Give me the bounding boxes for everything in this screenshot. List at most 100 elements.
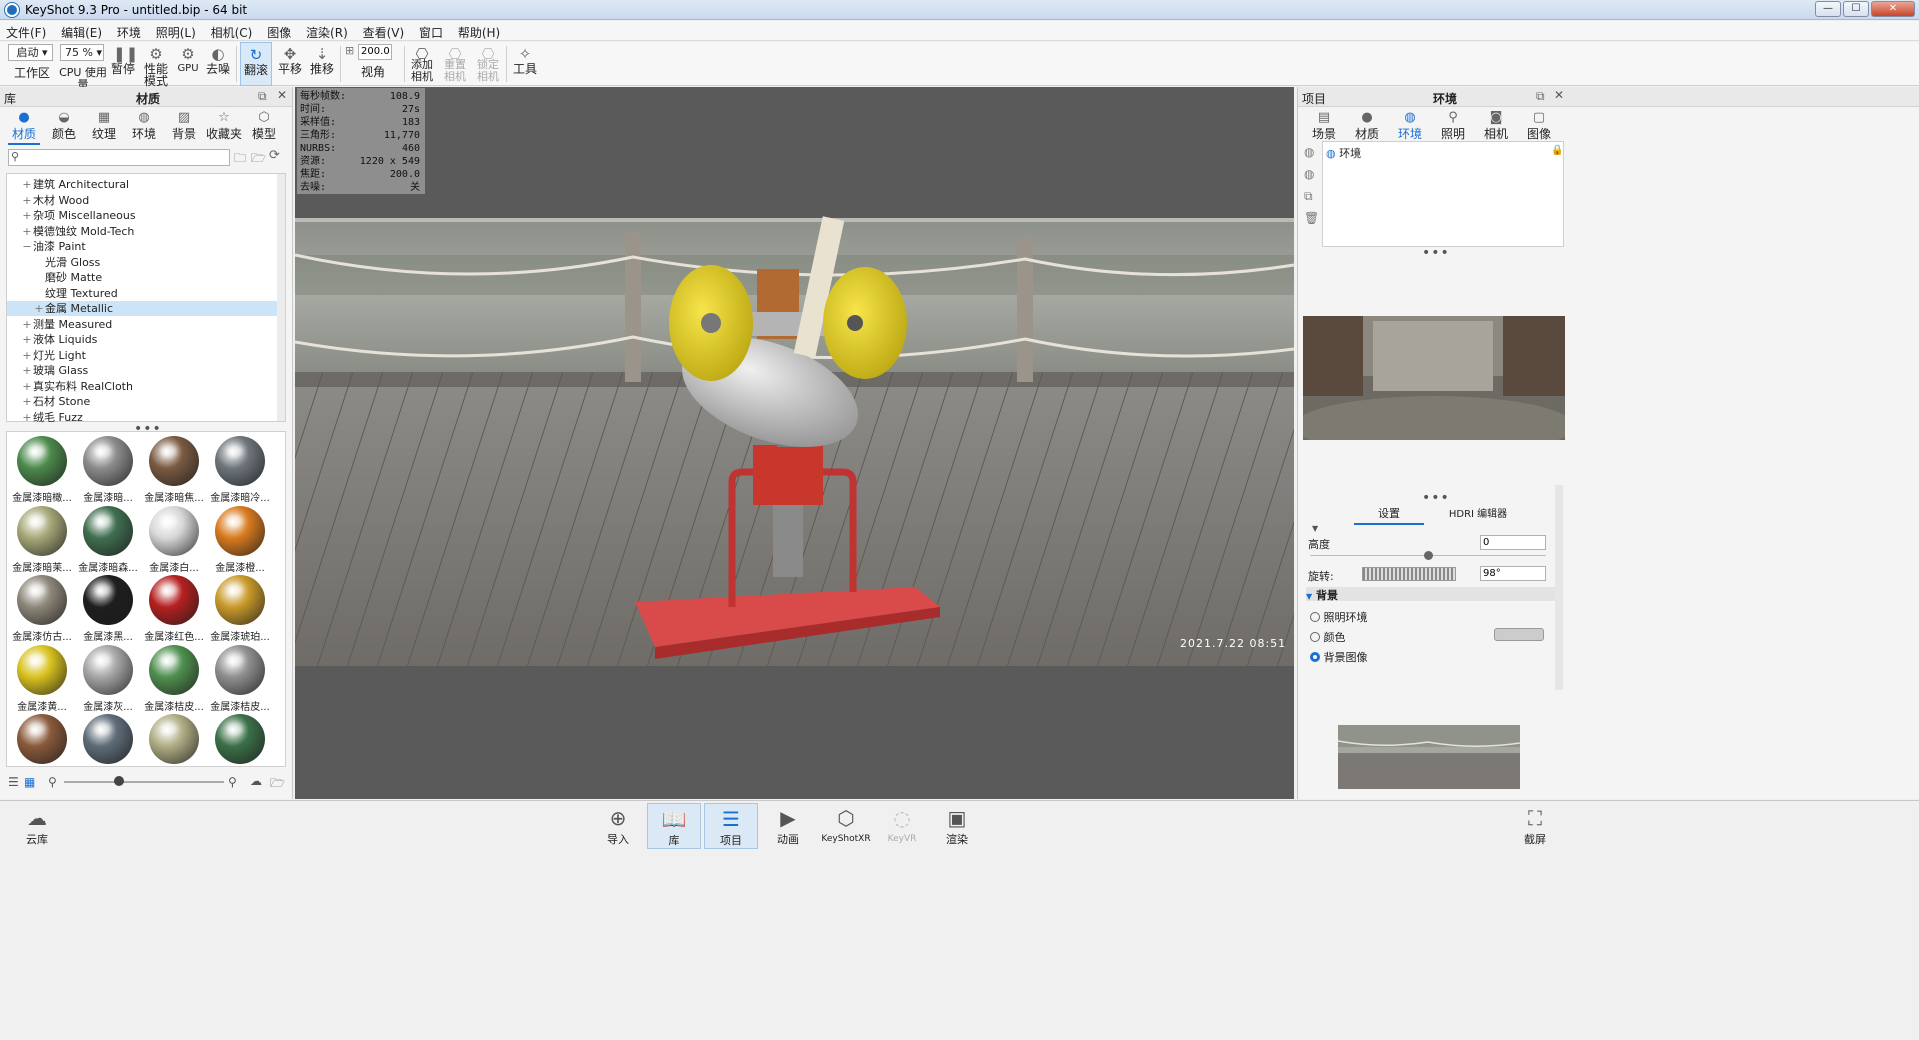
tree-item[interactable]: +石材 Stone: [7, 394, 277, 409]
environment-list-item[interactable]: ◍ 环境: [1326, 145, 1361, 161]
material-thumbnail[interactable]: 金属漆暗橄...: [9, 434, 75, 504]
menu-environment[interactable]: 环境: [111, 21, 146, 41]
cpu-usage-select[interactable]: 75 % ▾: [60, 44, 104, 61]
keyvr-button[interactable]: ◌ KeyVR: [875, 803, 929, 849]
tab-environments[interactable]: ◍ 环境: [124, 110, 164, 142]
menu-lighting[interactable]: 照明(L): [150, 21, 201, 41]
expand-toggle-icon[interactable]: +: [21, 394, 33, 409]
thumbnail-size-slider[interactable]: [64, 781, 224, 783]
add-environment-icon[interactable]: ◍: [1304, 145, 1314, 159]
tree-item[interactable]: +玻璃 Glass: [7, 363, 277, 378]
thumbnail-size-slider-handle[interactable]: [114, 776, 124, 786]
material-thumbnail[interactable]: 金属漆橙...: [207, 504, 273, 574]
rotation-input[interactable]: [1480, 566, 1546, 581]
project-button[interactable]: ☰ 项目: [704, 803, 758, 849]
menu-view[interactable]: 查看(V): [357, 21, 410, 41]
pause-button[interactable]: ❚❚ 暂停: [110, 42, 138, 86]
collapse-arrow-icon[interactable]: ▼: [1312, 524, 1318, 533]
tree-item[interactable]: −油漆 Paint: [7, 239, 277, 254]
zoom-in-icon[interactable]: ⚲: [228, 775, 237, 789]
material-thumbnail[interactable]: [75, 712, 141, 766]
gpu-button[interactable]: ⚙ GPU: [174, 42, 202, 86]
tree-item[interactable]: +模德蚀纹 Mold-Tech: [7, 224, 277, 239]
tab-colors[interactable]: ◒ 颜色: [44, 110, 84, 142]
tab-image[interactable]: ▢ 图像: [1519, 110, 1559, 142]
expand-toggle-icon[interactable]: +: [33, 301, 45, 316]
tree-item[interactable]: +木材 Wood: [7, 193, 277, 208]
close-panel-icon[interactable]: ✕: [277, 88, 287, 102]
close-button[interactable]: ✕: [1871, 1, 1915, 17]
tree-item[interactable]: +建筑 Architectural: [7, 177, 277, 192]
tree-item[interactable]: +灯光 Light: [7, 348, 277, 363]
tree-item[interactable]: 纹理 Textured: [7, 286, 277, 301]
keyshotxr-button[interactable]: ⬡ KeyShotXR: [817, 803, 875, 849]
tree-item[interactable]: +金属 Metallic: [7, 301, 277, 316]
material-thumbnail[interactable]: 金属漆黄...: [9, 643, 75, 713]
rotation-jog-dial[interactable]: [1362, 567, 1456, 581]
material-thumbnail[interactable]: 金属漆红色...: [141, 573, 207, 643]
refresh-icon[interactable]: ⟳: [269, 148, 280, 163]
expand-toggle-icon[interactable]: +: [21, 348, 33, 363]
render-button[interactable]: ▣ 渲染: [930, 803, 984, 849]
splitter-handle[interactable]: •••: [1422, 245, 1450, 261]
tree-item[interactable]: +杂项 Miscellaneous: [7, 208, 277, 223]
menu-window[interactable]: 窗口: [413, 21, 448, 41]
menu-render[interactable]: 渲染(R): [300, 21, 353, 41]
tab-hdri-editor[interactable]: HDRI 编辑器: [1438, 505, 1518, 520]
expand-toggle-icon[interactable]: +: [21, 193, 33, 208]
tab-camera[interactable]: ◙ 相机: [1476, 110, 1516, 142]
expand-toggle-icon[interactable]: −: [21, 239, 33, 254]
render-viewport[interactable]: 2021.7.22 08:51: [295, 87, 1294, 799]
tree-item[interactable]: +测量 Measured: [7, 317, 277, 332]
grid-view-icon[interactable]: ▦: [24, 775, 35, 789]
material-thumbnail[interactable]: 金属漆白...: [141, 504, 207, 574]
menu-help[interactable]: 帮助(H): [452, 21, 505, 41]
material-thumbnail[interactable]: 金属漆桔皮...: [207, 643, 273, 713]
material-thumbnail[interactable]: 金属漆暗冷...: [207, 434, 273, 504]
height-input[interactable]: [1480, 535, 1546, 550]
bg-option-lighting-env[interactable]: 照明环境: [1310, 609, 1368, 625]
add-camera-button[interactable]: ⎔ 添加 相机: [408, 42, 436, 86]
tab-environment[interactable]: ◍ 环境: [1390, 110, 1430, 145]
expand-toggle-icon[interactable]: +: [21, 363, 33, 378]
material-thumbnail[interactable]: 金属漆暗焦...: [141, 434, 207, 504]
reset-camera-button[interactable]: ⎔ 重置 相机: [441, 42, 469, 86]
undock-icon[interactable]: ⧉: [258, 89, 267, 104]
scrollbar[interactable]: [1555, 485, 1563, 690]
material-thumbnail[interactable]: [207, 712, 273, 766]
color-swatch[interactable]: [1494, 628, 1544, 641]
hdri-preview[interactable]: [1303, 316, 1565, 440]
expand-toggle-icon[interactable]: +: [21, 208, 33, 223]
menu-image[interactable]: 图像: [261, 21, 296, 41]
import-button[interactable]: ⊕ 导入: [591, 803, 645, 849]
expand-toggle-icon[interactable]: +: [21, 317, 33, 332]
tab-material[interactable]: ● 材质: [1347, 110, 1387, 142]
render-image[interactable]: [295, 87, 1294, 799]
tab-models[interactable]: ⬡ 模型: [244, 110, 284, 142]
zoom-out-icon[interactable]: ⚲: [48, 775, 57, 789]
tree-item[interactable]: +液体 Liquids: [7, 332, 277, 347]
bg-option-backplate[interactable]: 背景图像: [1310, 649, 1368, 665]
cloud-library-button[interactable]: ☁ 云库: [10, 803, 64, 849]
folder-add-icon[interactable]: 🗁: [251, 149, 266, 170]
tools-button[interactable]: ✧ 工具: [511, 42, 539, 86]
tab-backplates[interactable]: ▨ 背景: [164, 110, 204, 142]
lock-icon[interactable]: 🔒: [1551, 145, 1563, 156]
material-thumbnail[interactable]: 金属漆暗...: [75, 434, 141, 504]
bg-option-color[interactable]: 颜色: [1310, 629, 1346, 645]
material-thumbnail[interactable]: 金属漆桔皮...: [141, 643, 207, 713]
tab-scene[interactable]: ▤ 场景: [1304, 110, 1344, 142]
performance-mode-button[interactable]: ⚙ 性能 模式: [142, 42, 170, 87]
backplate-thumbnail[interactable]: [1338, 725, 1520, 789]
expand-toggle-icon[interactable]: +: [21, 177, 33, 192]
delete-icon[interactable]: 🗑: [1304, 211, 1319, 225]
tab-textures[interactable]: ▦ 纹理: [84, 110, 124, 142]
tree-item[interactable]: +真实布料 RealCloth: [7, 379, 277, 394]
expand-toggle-icon[interactable]: +: [21, 379, 33, 394]
copy-environment-icon[interactable]: ⧉: [1304, 189, 1313, 204]
material-thumbnail[interactable]: 金属漆暗森...: [75, 504, 141, 574]
lock-camera-button[interactable]: ⎔ 锁定 相机: [474, 42, 502, 86]
undock-icon[interactable]: ⧉: [1536, 89, 1545, 104]
material-thumbnail[interactable]: 金属漆黑...: [75, 573, 141, 643]
tab-settings[interactable]: 设置: [1354, 505, 1424, 525]
